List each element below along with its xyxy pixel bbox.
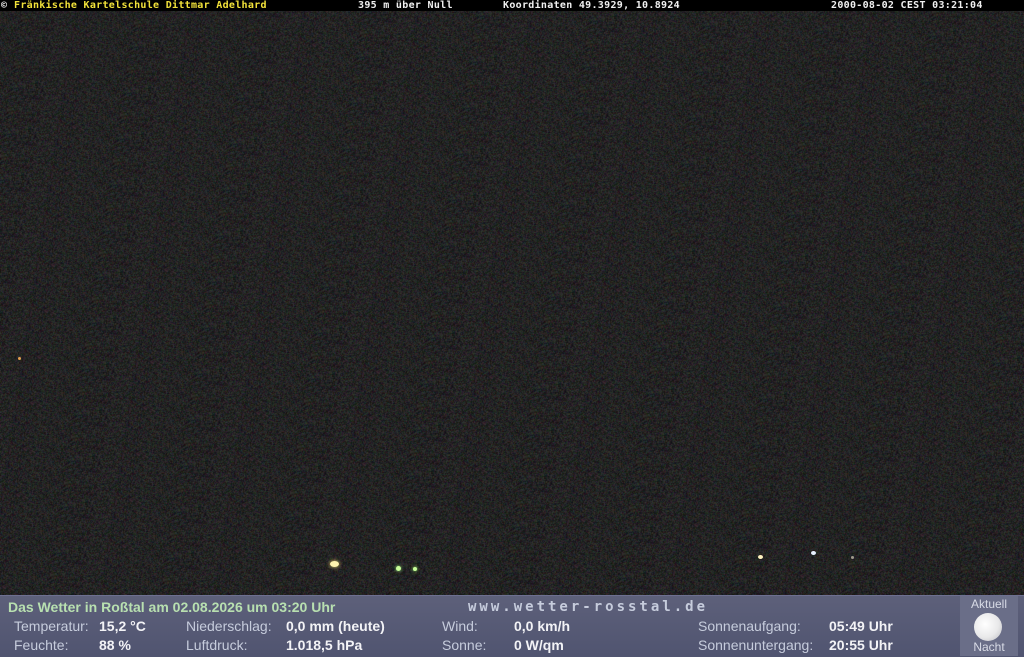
wind-label: Wind: (442, 618, 478, 634)
moon-caption-top: Aktuell (970, 597, 1008, 611)
sunrise-value: 05:49 Uhr (829, 618, 893, 634)
sunset-label: Sonnenuntergang: (698, 637, 814, 653)
website-link[interactable]: www.wetter-rosstal.de (468, 599, 708, 615)
temperature-value: 15,2 °C (99, 618, 146, 634)
pressure-label: Luftdruck: (186, 637, 248, 653)
sunrise-label: Sonnenaufgang: (698, 618, 801, 634)
webcam-image (0, 0, 1024, 595)
coordinates-text: Koordinaten 49.3929, 10.8924 (503, 0, 680, 11)
precipitation-label: Niederschlag: (186, 618, 272, 634)
light-point (851, 556, 854, 559)
sun-value: 0 W/qm (514, 637, 564, 653)
weather-title: Das Wetter in Roßtal am 02.08.2026 um 03… (8, 599, 336, 615)
weather-panel: Das Wetter in Roßtal am 02.08.2026 um 03… (0, 595, 1024, 657)
moon-phase-box: Aktuell Nacht (960, 596, 1018, 656)
light-point (396, 566, 401, 571)
humidity-label: Feuchte: (14, 637, 69, 653)
night-sky-noise (0, 0, 1024, 595)
moon-caption-bottom: Nacht (973, 640, 1005, 654)
pressure-value: 1.018,5 hPa (286, 637, 363, 653)
light-point (758, 555, 763, 559)
sunset-value: 20:55 Uhr (829, 637, 893, 653)
humidity-value: 88 % (99, 637, 131, 653)
moon-icon (974, 613, 1002, 641)
temperature-label: Temperatur: (14, 618, 89, 634)
light-point (330, 561, 339, 567)
precipitation-value: 0,0 mm (heute) (286, 618, 385, 634)
light-point (18, 357, 21, 360)
light-point (811, 551, 816, 555)
school-name: Fränkische Kartelschule Dittmar Adelhard (14, 0, 267, 11)
elevation-text: 395 m über Null (358, 0, 453, 11)
timestamp-text: 2000-08-02 CEST 03:21:04 (831, 0, 983, 11)
light-point (413, 567, 417, 571)
copyright-icon: © (1, 0, 8, 11)
wind-value: 0,0 km/h (514, 618, 571, 634)
sun-label: Sonne: (442, 637, 487, 653)
camera-overlay-bar: © Fränkische Kartelschule Dittmar Adelha… (0, 0, 1024, 11)
